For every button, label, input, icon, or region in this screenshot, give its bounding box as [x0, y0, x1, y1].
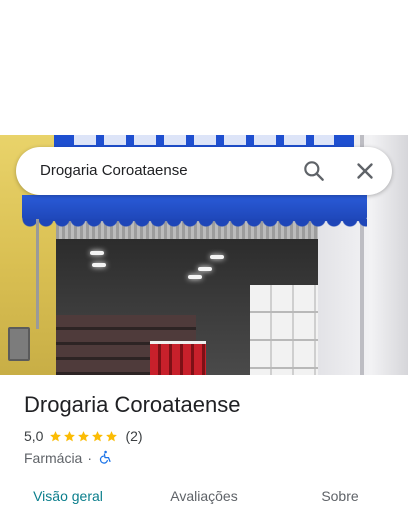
place-title: Drogaria Coroataense [24, 392, 241, 417]
photo-light [210, 255, 224, 259]
photo-light [198, 267, 212, 271]
tab-about[interactable]: Sobre [272, 474, 408, 510]
place-category[interactable]: Farmácia [24, 450, 82, 466]
star-icon [106, 430, 118, 441]
photo-awning [22, 195, 367, 229]
place-tabs: Visão geral Avaliações Sobre [0, 474, 408, 510]
star-icon [64, 430, 76, 441]
photo-meter-box [8, 327, 30, 361]
search-bar[interactable]: Drogaria Coroataense [16, 147, 392, 195]
search-input[interactable]: Drogaria Coroataense [40, 147, 188, 195]
photo-light [188, 275, 202, 279]
tab-overview[interactable]: Visão geral [0, 474, 136, 510]
star-icon [92, 430, 104, 441]
wheelchair-accessible-icon[interactable] [98, 450, 112, 467]
photo-light [92, 263, 106, 267]
photo-shelf [250, 285, 318, 375]
search-icon[interactable] [301, 158, 327, 184]
star-icon [50, 430, 62, 441]
rating-value: 5,0 [24, 428, 44, 444]
close-icon[interactable] [352, 158, 378, 184]
place-page: Drogaria Coroataense Drogaria Coroataens… [0, 0, 408, 510]
photo-pole [36, 219, 39, 329]
category-row: Farmácia · [24, 449, 112, 467]
star-icon [78, 430, 90, 441]
photo-counter [150, 341, 206, 375]
review-count[interactable]: (2) [125, 428, 142, 444]
star-rating [49, 430, 119, 443]
rating-row[interactable]: 5,0 (2) [24, 427, 143, 445]
tab-reviews[interactable]: Avaliações [136, 474, 272, 510]
separator-dot: · [87, 450, 93, 466]
photo-light [90, 251, 104, 255]
